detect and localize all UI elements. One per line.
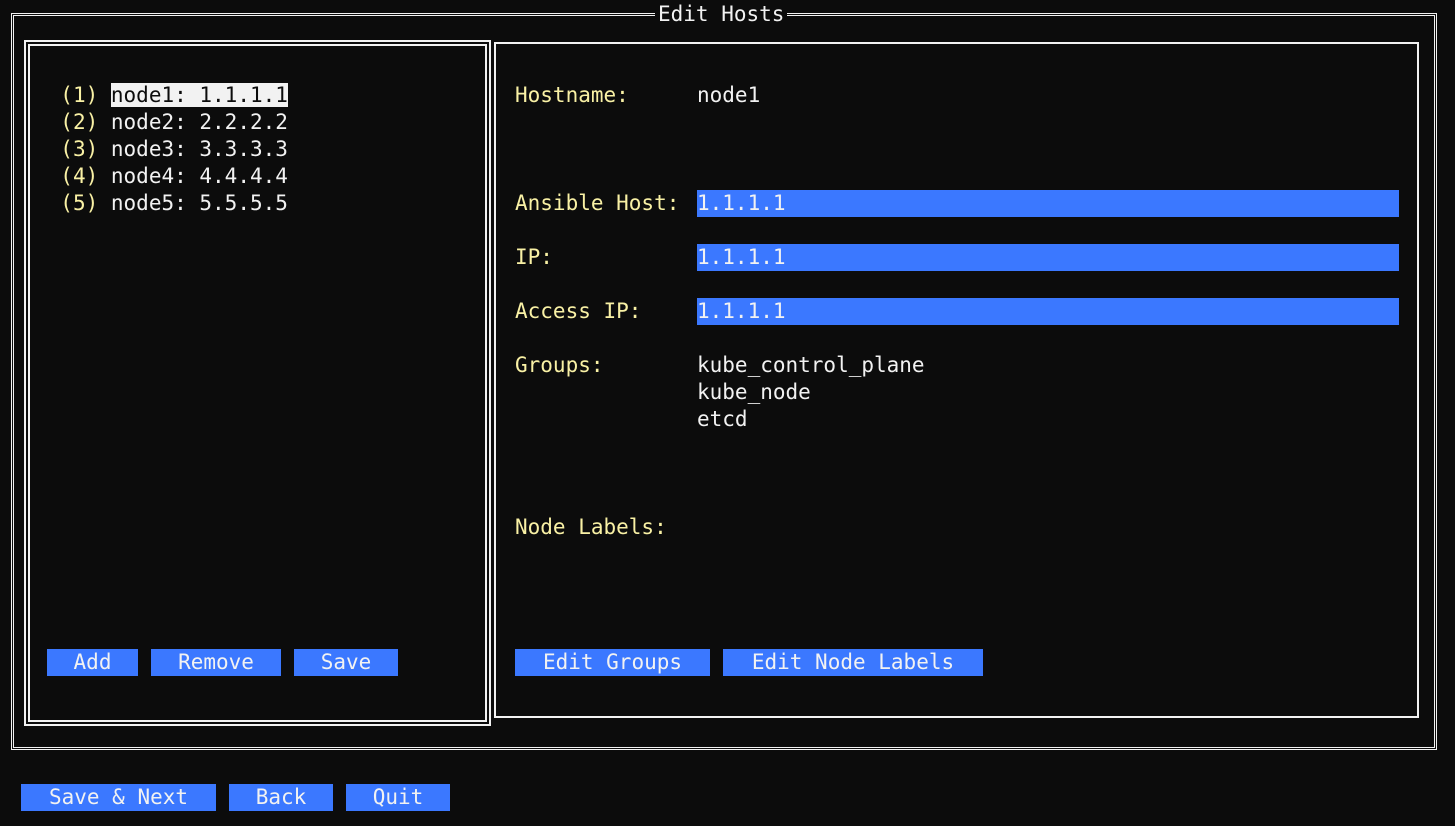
host-list-item-5[interactable]: (5) node5: 5.5.5.5 — [35, 163, 288, 215]
remove-host-button[interactable]: Remove — [151, 649, 281, 676]
host-index: (5) — [60, 191, 99, 215]
ip-label: IP: — [515, 245, 553, 269]
ansible-host-input[interactable] — [697, 190, 1399, 217]
node-labels-label: Node Labels: — [515, 515, 667, 539]
host-list-item-1[interactable]: (1) node1: 1.1.1.1 — [35, 55, 288, 107]
group-item: kube_control_plane — [697, 353, 925, 377]
host-entry-text: node5: 5.5.5.5 — [110, 191, 288, 215]
access-ip-input[interactable] — [697, 298, 1399, 325]
save-hosts-button[interactable]: Save — [294, 649, 398, 676]
host-details-panel — [494, 42, 1419, 718]
group-item: kube_node — [697, 380, 811, 404]
group-item: etcd — [697, 407, 748, 431]
back-button[interactable]: Back — [229, 784, 333, 811]
hostname-value: node1 — [697, 83, 761, 107]
edit-node-labels-button[interactable]: Edit Node Labels — [723, 649, 983, 676]
access-ip-label: Access IP: — [515, 299, 642, 323]
ip-input[interactable] — [697, 244, 1399, 271]
ansible-host-label: Ansible Host: — [515, 191, 680, 215]
host-list-item-3[interactable]: (3) node3: 3.3.3.3 — [35, 109, 288, 161]
groups-label: Groups: — [515, 353, 604, 377]
window-title: Edit Hosts — [655, 1, 788, 28]
save-and-next-button[interactable]: Save & Next — [21, 784, 216, 811]
host-list-item-4[interactable]: (4) node4: 4.4.4.4 — [35, 136, 288, 188]
quit-button[interactable]: Quit — [346, 784, 450, 811]
add-host-button[interactable]: Add — [47, 649, 138, 676]
edit-groups-button[interactable]: Edit Groups — [515, 649, 710, 676]
hostname-label: Hostname: — [515, 83, 629, 107]
host-list-item-2[interactable]: (2) node2: 2.2.2.2 — [35, 82, 288, 134]
